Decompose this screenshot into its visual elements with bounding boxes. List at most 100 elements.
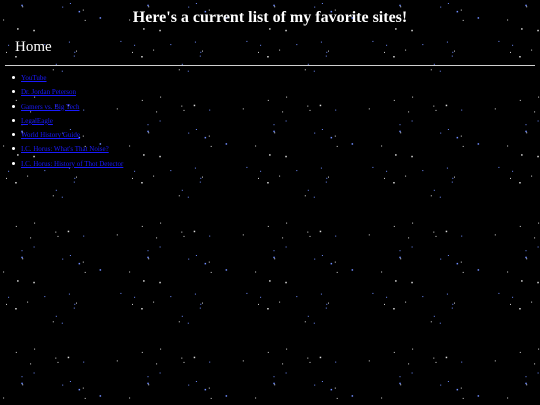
star-dot — [430, 195, 432, 197]
star-dot — [210, 397, 212, 399]
star-dot — [307, 231, 309, 233]
star-dot — [494, 360, 496, 362]
star-dot — [242, 234, 244, 236]
star-dot — [187, 196, 189, 198]
star-dot — [147, 256, 149, 259]
star-dot — [132, 303, 133, 305]
star-dot — [395, 280, 397, 282]
star-dot — [330, 388, 333, 391]
star-dot — [440, 384, 442, 386]
star-dot — [258, 303, 259, 305]
star-dot — [193, 230, 196, 233]
star-dot — [521, 280, 523, 282]
star-dot — [408, 363, 410, 365]
star-dot — [351, 269, 354, 271]
star-dot — [55, 231, 57, 233]
star-dot — [412, 222, 414, 224]
site-link-world-history-guide[interactable]: World History Guide — [21, 131, 80, 139]
star-dot — [460, 261, 462, 263]
star-dot — [393, 351, 395, 353]
star-dot — [6, 177, 7, 179]
star-dot — [519, 225, 521, 227]
star-dot — [260, 296, 262, 298]
star-dot — [84, 397, 86, 399]
star-dot — [435, 235, 437, 237]
star-dot — [454, 302, 455, 304]
star-dot — [282, 363, 284, 365]
page-content: Here's a current list of my favorite sit… — [0, 0, 540, 171]
star-dot — [525, 256, 527, 259]
star-dot — [181, 231, 183, 233]
star-dot — [452, 177, 454, 179]
star-dot — [534, 363, 536, 365]
star-dot — [153, 301, 155, 303]
star-dot — [328, 302, 329, 304]
star-dot — [188, 258, 190, 260]
star-dot — [148, 258, 150, 260]
star-dot — [147, 382, 149, 385]
star-dot — [267, 225, 269, 227]
star-dot — [187, 322, 189, 324]
star-dot — [531, 301, 533, 303]
bullet-icon — [12, 104, 15, 108]
site-link-gamers-vs-big-tech[interactable]: Gamers vs. Big Tech — [21, 103, 79, 111]
site-link-ic-horus-thot-detector[interactable]: I.C. Horus: History of Thot Detector — [21, 160, 123, 168]
site-link-legaleagle[interactable]: LegalEagle — [21, 117, 53, 125]
star-dot — [255, 271, 257, 273]
star-dot — [456, 388, 459, 391]
list-item: I.C. Horus: History of Thot Detector — [12, 157, 540, 171]
star-dot — [83, 361, 85, 363]
star-dot — [3, 271, 5, 273]
star-dot — [225, 269, 228, 271]
list-item: World History Guide — [12, 128, 540, 142]
star-dot — [273, 376, 275, 378]
star-dot — [328, 176, 329, 178]
star-dot — [181, 189, 183, 191]
star-dot — [309, 235, 311, 237]
star-dot — [447, 255, 449, 256]
star-dot — [200, 177, 202, 179]
site-link-ic-horus-noise[interactable]: I.C. Horus: What's That Noise? — [21, 145, 109, 153]
star-dot — [116, 360, 118, 362]
bullet-icon — [12, 118, 15, 122]
star-dot — [321, 381, 323, 382]
star-dot — [148, 384, 150, 386]
star-dot — [120, 292, 122, 294]
star-dot — [141, 308, 143, 310]
star-dot — [204, 262, 207, 265]
star-dot — [400, 258, 402, 260]
star-dot — [526, 384, 528, 386]
star-dot — [307, 189, 309, 191]
star-dot — [246, 292, 248, 294]
star-dot — [445, 356, 448, 359]
star-dot — [255, 397, 257, 399]
star-dot — [456, 262, 459, 265]
star-dot — [384, 177, 385, 179]
star-dot — [519, 182, 521, 184]
home-link[interactable]: Home — [15, 39, 52, 55]
star-dot — [433, 231, 435, 233]
star-dot — [57, 235, 59, 237]
star-dot — [27, 175, 29, 177]
star-dot — [537, 246, 539, 248]
star-dot — [525, 250, 527, 252]
star-dot — [285, 246, 287, 248]
star-dot — [129, 271, 131, 273]
star-dot — [15, 308, 17, 310]
star-dot — [267, 351, 269, 353]
star-dot — [55, 357, 57, 359]
star-dot — [15, 182, 17, 184]
star-dot — [334, 261, 336, 263]
star-dot — [433, 357, 435, 359]
star-dot — [225, 395, 228, 397]
star-dot — [188, 384, 190, 386]
site-link-jordan-peterson[interactable]: Dr. Jordan Peterson — [21, 88, 76, 96]
star-dot — [313, 196, 315, 198]
star-dot — [461, 361, 463, 363]
star-dot — [73, 181, 75, 183]
star-dot — [82, 387, 84, 389]
star-dot — [99, 395, 102, 397]
site-link-youtube[interactable]: YouTube — [21, 74, 47, 82]
star-dot — [335, 235, 337, 237]
star-dot — [335, 361, 337, 363]
